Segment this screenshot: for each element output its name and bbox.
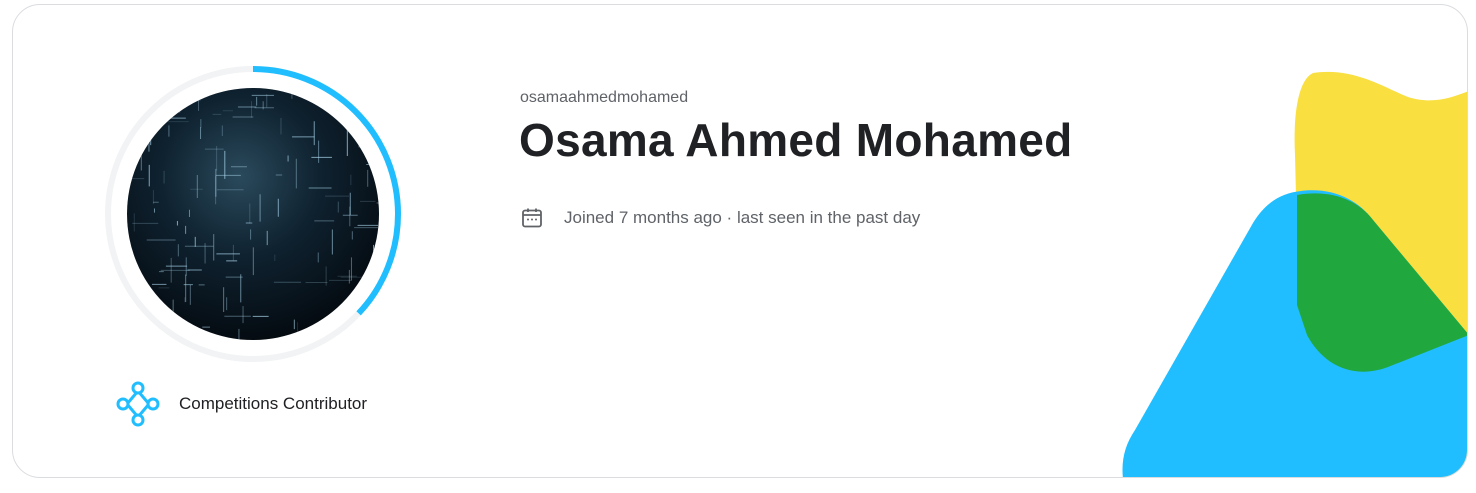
profile-card: Competitions Contributor osamaahmedmoham… [12, 4, 1468, 478]
joined-text: Joined 7 months ago · last seen in the p… [564, 208, 921, 227]
blue-shape [1122, 190, 1467, 477]
join-info: Joined 7 months ago · last seen in the p… [520, 204, 920, 232]
avatar [127, 88, 379, 340]
username: osamaahmedmohamed [520, 89, 689, 106]
tier-label: Competitions Contributor [179, 394, 368, 413]
page-title: Osama Ahmed Mohamed [519, 114, 1073, 166]
avatar-with-progress-ring[interactable] [103, 64, 403, 364]
contributor-network-icon [115, 381, 161, 427]
green-shape [1297, 193, 1467, 372]
calendar-icon [520, 206, 544, 230]
tier-badge[interactable]: Competitions Contributor [115, 381, 367, 427]
yellow-shape [1294, 71, 1467, 477]
